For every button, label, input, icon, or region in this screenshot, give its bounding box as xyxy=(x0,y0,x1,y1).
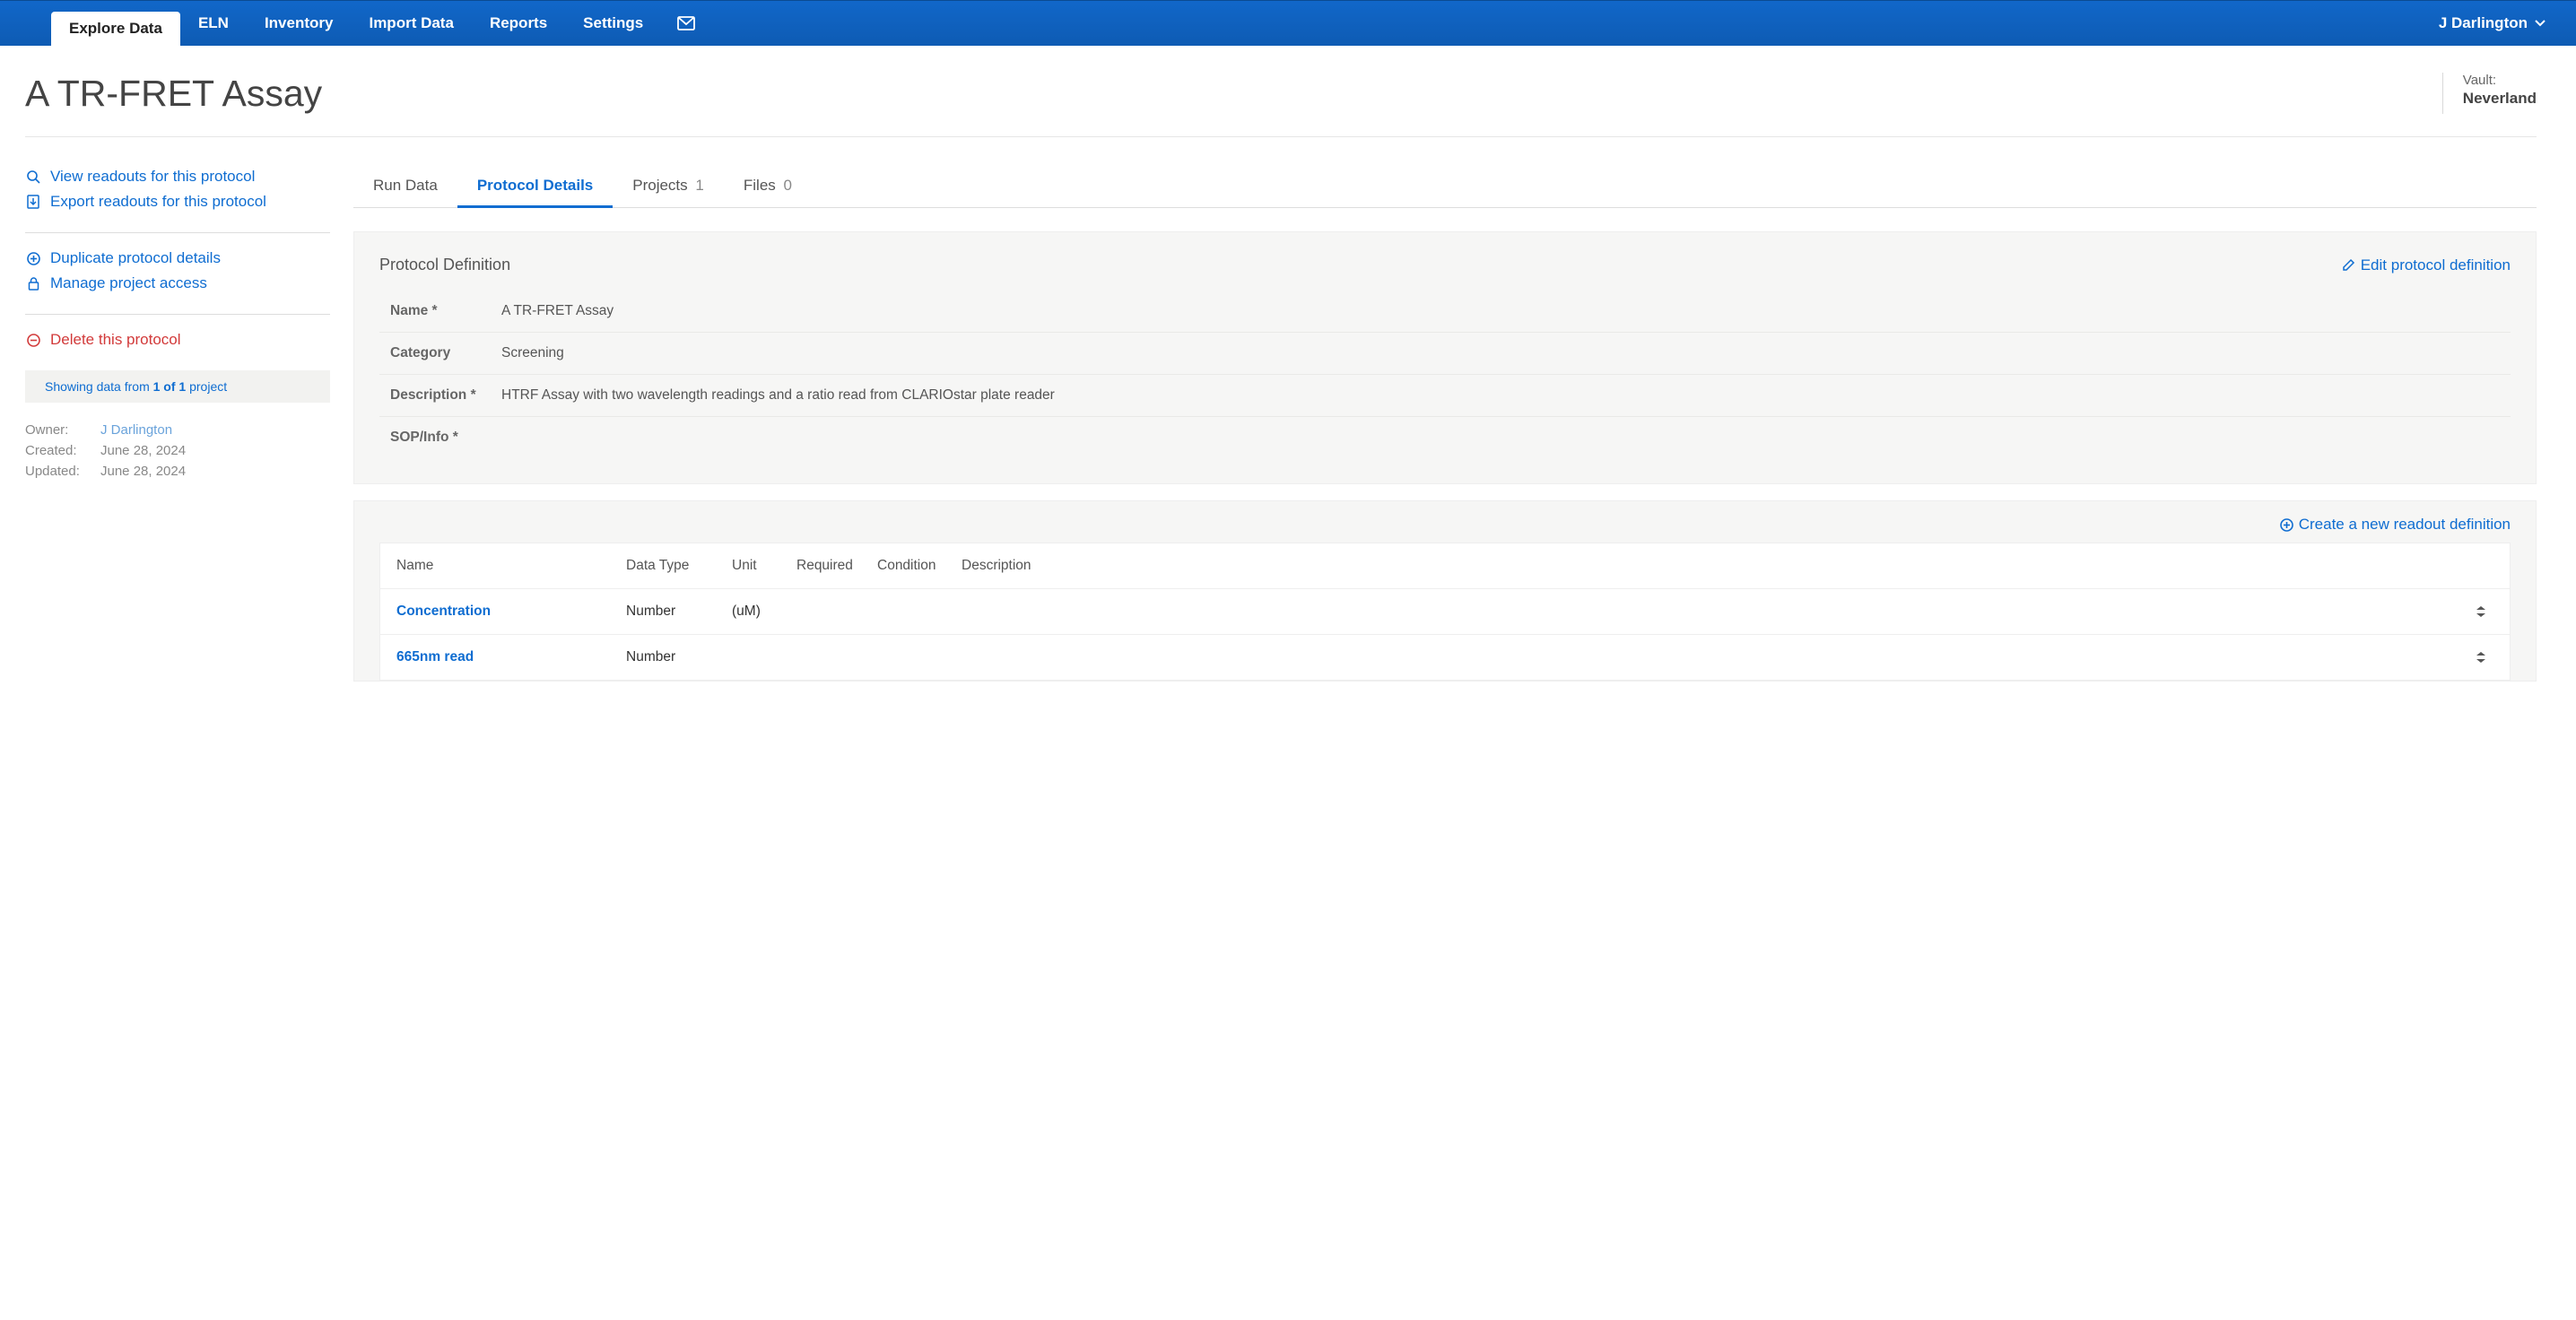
info-prefix: Showing data from xyxy=(45,379,153,394)
manage-access-link[interactable]: Manage project access xyxy=(25,271,330,296)
readout-definitions-panel: Create a new readout definition Name Dat… xyxy=(353,500,2537,682)
def-name-value: A TR-FRET Assay xyxy=(501,303,614,319)
readout-row: 665nm read Number xyxy=(380,635,2510,681)
delete-protocol-link[interactable]: Delete this protocol xyxy=(25,327,330,352)
project-filter-info[interactable]: Showing data from 1 of 1 project xyxy=(25,370,330,403)
col-unit: Unit xyxy=(732,558,796,574)
delete-label: Delete this protocol xyxy=(50,331,181,349)
drag-handle-icon[interactable] xyxy=(2468,605,2493,618)
created-value: June 28, 2024 xyxy=(100,443,186,458)
nav-eln[interactable]: ELN xyxy=(180,1,247,46)
tab-projects-count: 1 xyxy=(695,177,703,194)
readout-header-row: Name Data Type Unit Required Condition D… xyxy=(380,543,2510,589)
user-name: J Darlington xyxy=(2439,14,2528,32)
drag-handle-icon[interactable] xyxy=(2468,651,2493,664)
updated-key: Updated: xyxy=(25,464,100,479)
mail-icon[interactable] xyxy=(661,1,711,46)
info-count: 1 of 1 xyxy=(153,379,187,394)
info-suffix: project xyxy=(186,379,227,394)
nav-import-data[interactable]: Import Data xyxy=(351,1,471,46)
def-category-value: Screening xyxy=(501,345,564,361)
col-data-type: Data Type xyxy=(626,558,732,574)
sidebar: View readouts for this protocol Export r… xyxy=(25,164,330,682)
owner-value[interactable]: J Darlington xyxy=(100,422,172,438)
lock-icon xyxy=(25,277,41,291)
duplicate-label: Duplicate protocol details xyxy=(50,249,221,267)
tab-projects[interactable]: Projects 1 xyxy=(632,168,704,207)
readout-table: Name Data Type Unit Required Condition D… xyxy=(379,543,2511,681)
readout-name-link[interactable]: 665nm read xyxy=(396,649,474,664)
def-name-key: Name * xyxy=(390,303,501,319)
edit-definition-button[interactable]: Edit protocol definition xyxy=(2342,256,2511,274)
nav-inventory[interactable]: Inventory xyxy=(247,1,352,46)
vault-label: Vault: xyxy=(2463,73,2537,88)
main-content: Run Data Protocol Details Projects 1 Fil… xyxy=(353,164,2537,682)
col-description: Description xyxy=(962,558,2468,574)
col-name: Name xyxy=(396,558,626,574)
export-readouts-link[interactable]: Export readouts for this protocol xyxy=(25,189,330,214)
panel-title: Protocol Definition xyxy=(379,256,510,274)
vault-name: Neverland xyxy=(2463,90,2537,108)
def-sop-key: SOP/Info * xyxy=(390,430,501,446)
tab-files-count: 0 xyxy=(784,177,792,194)
tab-bar: Run Data Protocol Details Projects 1 Fil… xyxy=(353,164,2537,208)
def-description-key: Description * xyxy=(390,387,501,404)
download-icon xyxy=(25,195,41,209)
create-readout-label: Create a new readout definition xyxy=(2299,516,2511,534)
page-title: A TR-FRET Assay xyxy=(25,73,322,115)
owner-key: Owner: xyxy=(25,422,100,438)
create-readout-button[interactable]: Create a new readout definition xyxy=(2280,516,2511,534)
tab-projects-label: Projects xyxy=(632,177,687,194)
tab-files[interactable]: Files 0 xyxy=(744,168,792,207)
edit-definition-label: Edit protocol definition xyxy=(2361,256,2511,274)
minus-circle-icon xyxy=(25,334,41,347)
chevron-down-icon xyxy=(2535,20,2546,27)
plus-circle-icon xyxy=(2280,518,2293,532)
nav-explore-data[interactable]: Explore Data xyxy=(51,12,180,46)
tab-files-label: Files xyxy=(744,177,776,194)
tab-run-data[interactable]: Run Data xyxy=(373,168,438,207)
search-icon xyxy=(25,170,41,184)
vault-info: Vault: Neverland xyxy=(2442,73,2537,114)
readout-dtype: Number xyxy=(626,649,732,665)
nav-reports[interactable]: Reports xyxy=(472,1,565,46)
user-menu[interactable]: J Darlington xyxy=(2439,1,2576,46)
view-readouts-label: View readouts for this protocol xyxy=(50,168,255,186)
col-condition: Condition xyxy=(877,558,962,574)
readout-name-link[interactable]: Concentration xyxy=(396,604,491,619)
nav-settings[interactable]: Settings xyxy=(565,1,661,46)
duplicate-protocol-link[interactable]: Duplicate protocol details xyxy=(25,246,330,271)
top-nav-bar: Explore Data ELN Inventory Import Data R… xyxy=(0,0,2576,46)
view-readouts-link[interactable]: View readouts for this protocol xyxy=(25,164,330,189)
export-readouts-label: Export readouts for this protocol xyxy=(50,193,266,211)
readout-row: Concentration Number (uM) xyxy=(380,589,2510,635)
readout-dtype: Number xyxy=(626,604,732,620)
manage-access-label: Manage project access xyxy=(50,274,207,292)
def-description-value: HTRF Assay with two wavelength readings … xyxy=(501,387,1055,404)
readout-unit: (uM) xyxy=(732,604,796,620)
def-category-key: Category xyxy=(390,345,501,361)
tab-protocol-details[interactable]: Protocol Details xyxy=(477,168,593,207)
col-required: Required xyxy=(796,558,877,574)
updated-value: June 28, 2024 xyxy=(100,464,186,479)
pencil-icon xyxy=(2342,258,2355,272)
protocol-definition-panel: Protocol Definition Edit protocol defini… xyxy=(353,231,2537,484)
plus-circle-icon xyxy=(25,252,41,265)
created-key: Created: xyxy=(25,443,100,458)
